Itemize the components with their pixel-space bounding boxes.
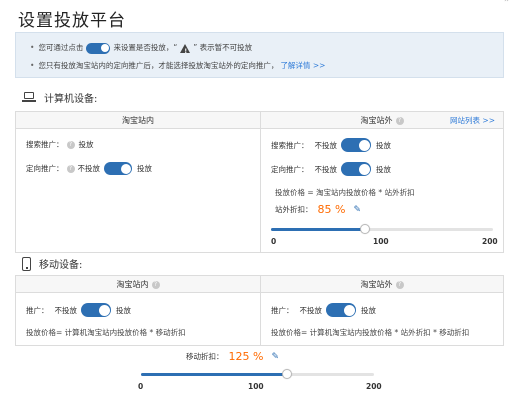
slider-fill [271,228,366,231]
column-header: 淘宝站外? 网站列表 >> [261,112,503,129]
slider-mid-label: 100 [373,237,389,246]
mobile-discount-value: 125 % [228,350,264,363]
column-header: 淘宝站外? [261,276,503,293]
info-line-1: • 您可通过点击 来设置是否投放，“ ” 表示暂不可投放 [30,41,253,59]
column-header: 淘宝站内 [16,112,260,129]
computer-outside-column: 淘宝站外? 网站列表 >> 搜索推广： 不投放 投放 定向推广： 不投放 投放 … [261,112,503,252]
info-box: • 您可通过点击 来设置是否投放，“ ” 表示暂不可投放 • 您只有投放淘宝站内… [15,32,504,78]
mobile-inside-formula: 投放价格= 计算机淘宝站内投放价格 * 移动折扣 [26,328,186,337]
column-header: 淘宝站内? [16,276,260,293]
info-text-1b: 来设置是否投放，“ [113,43,178,52]
computer-outside-search-toggle[interactable] [341,138,371,152]
mobile-inside-column: 淘宝站内? 推广： 不投放 投放 投放价格= 计算机淘宝站内投放价格 * 移动折… [16,276,261,345]
slider-max-label: 200 [482,237,498,246]
slider-fill [141,373,287,376]
learn-more-link[interactable]: 了解详情 >> [280,59,325,73]
info-text-1a: 您可通过点击 [38,43,84,52]
help-icon[interactable]: ? [66,164,75,173]
mobile-discount-row: 移动折扣： 125 % ✎ [186,350,279,363]
help-icon[interactable]: ? [395,280,404,289]
info-text-2: 您只有投放淘宝站内的定向推广后，才能选择投放淘宝站外的定向推广， [38,61,279,70]
info-text-1c: ” 表示暂不可投放 [193,43,253,52]
help-icon[interactable]: ? [151,280,160,289]
computer-inside-target-row: 定向推广： ? 不投放 投放 [26,162,152,175]
page-title: 设置投放平台 [18,11,126,31]
mobile-outside-promo-row: 推广： 不投放 投放 [271,303,376,317]
site-list-link[interactable]: 网站列表 >> [450,112,495,129]
computer-outside-target-toggle[interactable] [341,162,371,176]
search-status: 投放 [78,140,94,149]
computer-panel: 淘宝站内 搜索推广： ? 投放 定向推广： ? 不投放 投放 淘宝站外? 网站列… [15,111,504,253]
outside-discount-slider[interactable] [271,224,493,234]
phone-icon [22,256,31,271]
outside-price-formula: 投放价格 = 淘宝站内投放价格 * 站外折扣 [275,188,415,197]
pencil-icon[interactable]: ✎ [353,205,361,215]
mobile-outside-column: 淘宝站外? 推广： 不投放 投放 投放价格= 计算机淘宝站内投放价格 * 站外折… [261,276,503,345]
help-icon[interactable]: ? [66,140,75,149]
mobile-section-title: 移动设备: [22,256,82,271]
bullet: • [30,43,35,52]
slider-max-label: 200 [366,382,382,391]
mobile-outside-formula: 投放价格= 计算机淘宝站内投放价格 * 站外折扣 * 移动折扣 [271,328,470,337]
computer-inside-column: 淘宝站内 搜索推广： ? 投放 定向推广： ? 不投放 投放 [16,112,261,252]
slider-min-label: 0 [271,237,277,246]
mobile-panel: 淘宝站内? 推广： 不投放 投放 投放价格= 计算机淘宝站内投放价格 * 移动折… [15,275,504,346]
slider-thumb[interactable] [360,224,371,234]
mobile-discount-slider[interactable] [141,369,374,379]
pencil-icon[interactable]: ✎ [271,352,279,362]
slider-min-label: 0 [138,382,144,391]
mobile-inside-promo-row: 推广： 不投放 投放 [26,303,131,317]
computer-inside-search-row: 搜索推广： ? 投放 [26,140,94,149]
laptop-icon [22,92,36,103]
help-icon[interactable]: ? [395,116,404,125]
computer-inside-target-toggle[interactable] [104,162,132,175]
outside-discount-value: 85 % [317,203,346,216]
slider-thumb[interactable] [281,369,292,379]
mobile-outside-promo-toggle[interactable] [326,303,356,317]
mobile-inside-promo-toggle[interactable] [81,303,111,317]
info-line-2: • 您只有投放淘宝站内的定向推广后，才能选择投放淘宝站外的定向推广， 了解详情 … [30,59,325,73]
corner-mark: » [504,0,510,5]
computer-section-title: 计算机设备: [22,90,97,105]
computer-outside-search-row: 搜索推广： 不投放 投放 [271,138,391,152]
outside-discount-row: 站外折扣： 85 % ✎ [275,203,361,216]
warning-icon [180,43,191,59]
slider-mid-label: 100 [248,382,264,391]
sample-toggle-icon [86,42,111,54]
computer-outside-target-row: 定向推广： 不投放 投放 [271,162,391,176]
bullet: • [30,61,35,70]
